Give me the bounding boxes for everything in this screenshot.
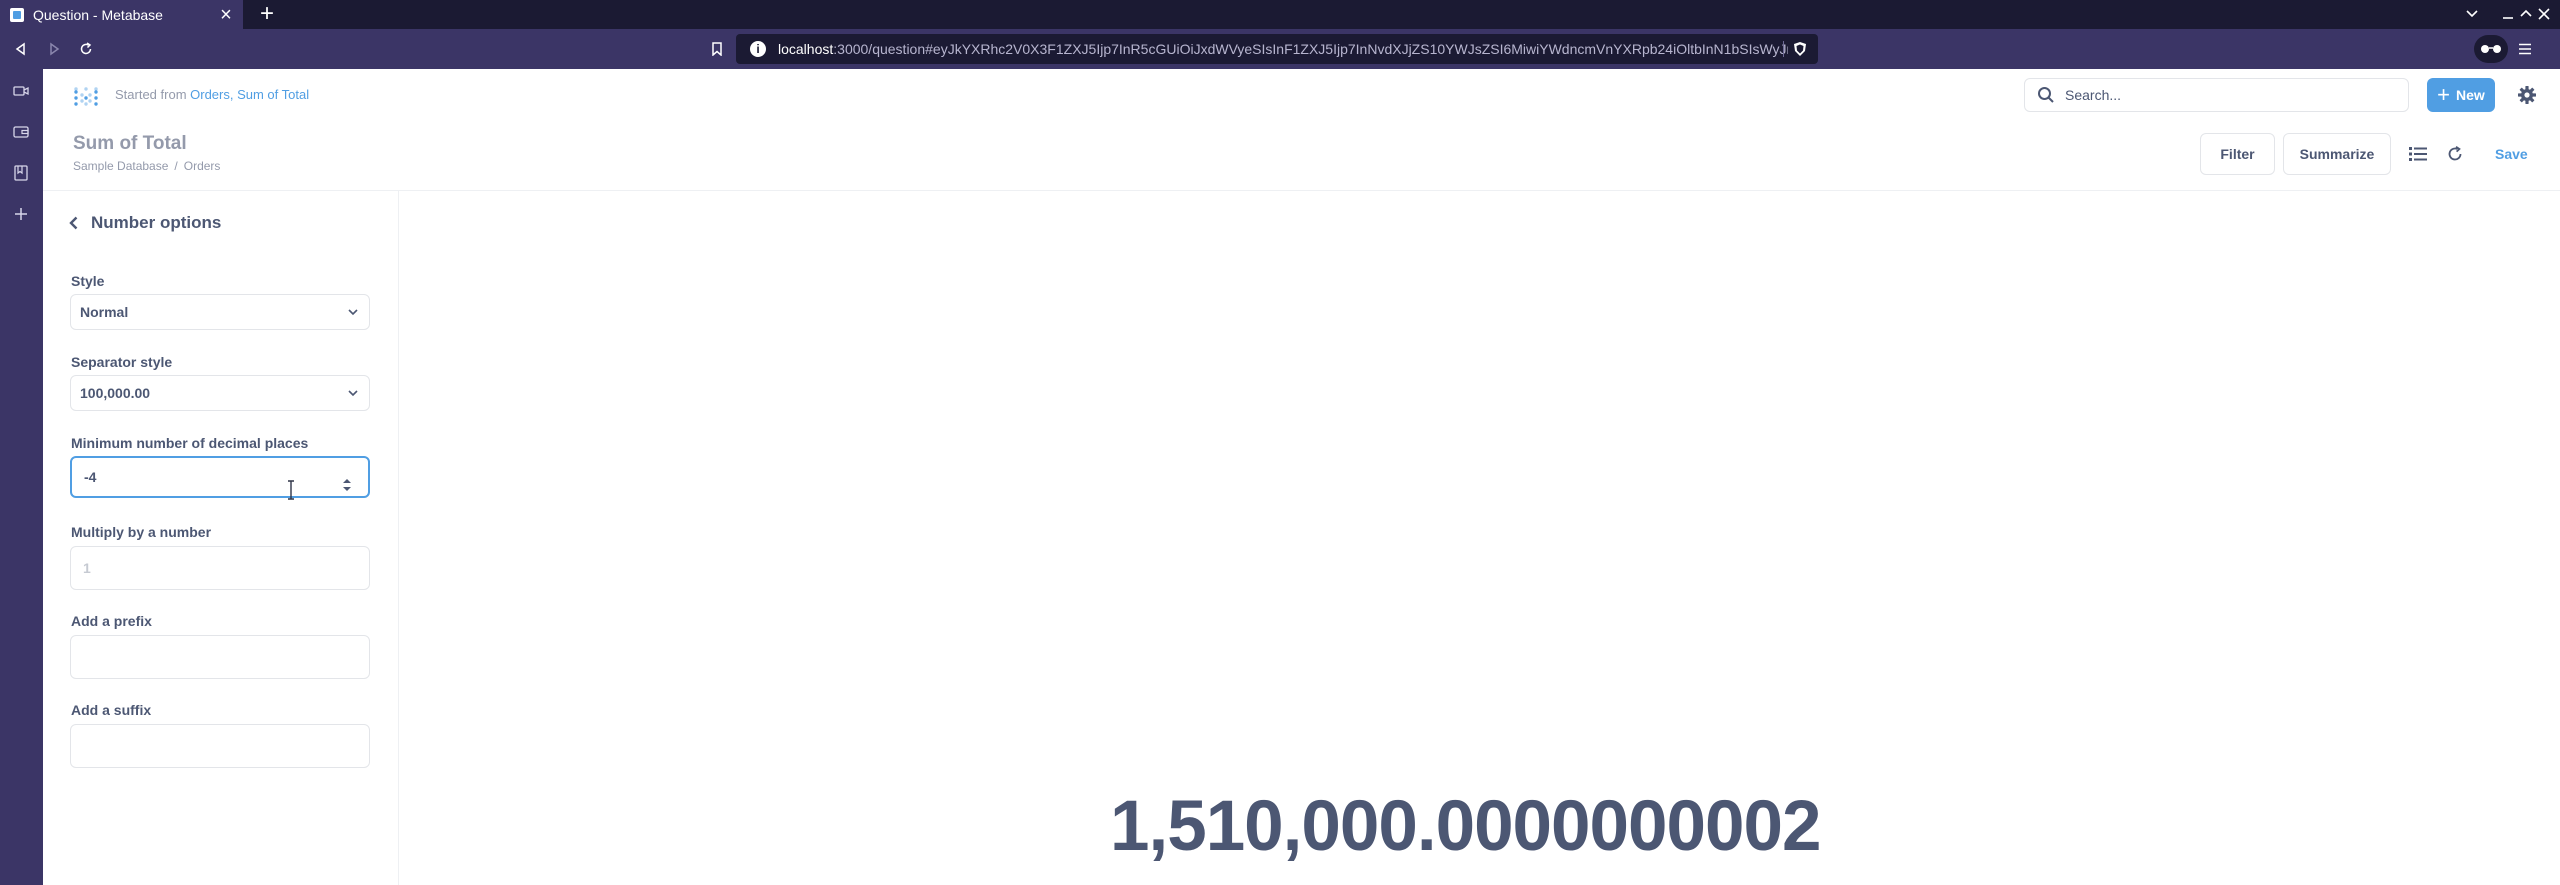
close-tab-icon[interactable]: × xyxy=(215,4,237,26)
save-button[interactable]: Save xyxy=(2495,146,2528,162)
add-panel-icon[interactable] xyxy=(11,204,31,224)
number-options-back[interactable]: Number options xyxy=(67,213,221,233)
chevron-down-icon xyxy=(348,309,358,316)
left-dock xyxy=(0,69,43,885)
close-window-icon[interactable] xyxy=(2532,3,2556,25)
bookmark-icon[interactable] xyxy=(706,38,728,60)
metabase-favicon-icon xyxy=(10,7,24,22)
browser-menu-icon[interactable] xyxy=(2514,38,2536,60)
new-button[interactable]: + New xyxy=(2427,78,2495,112)
started-from-link[interactable]: Orders, Sum of Total xyxy=(190,87,309,102)
tab-title: Question - Metabase xyxy=(33,6,163,23)
plus-icon: + xyxy=(2437,82,2451,107)
reload-icon[interactable] xyxy=(75,38,97,60)
scalar-value[interactable]: 1,510,000.0000000002 xyxy=(1110,791,1821,862)
suffix-label: Add a suffix xyxy=(71,702,152,718)
sidebar-title: Number options xyxy=(91,213,222,232)
browser-tab-bar: Question - Metabase × + xyxy=(0,0,2560,29)
bookmarks-panel-icon[interactable] xyxy=(11,163,31,183)
extension-glasses-icon[interactable] xyxy=(2474,35,2508,63)
browser-tab[interactable]: Question - Metabase × xyxy=(0,0,243,29)
gear-icon[interactable] xyxy=(2516,84,2538,106)
style-select-value: Normal xyxy=(80,304,129,320)
summarize-button[interactable]: Summarize xyxy=(2283,133,2391,175)
breadcrumb: Sample Database / Orders xyxy=(73,159,220,173)
separator-style-label: Separator style xyxy=(71,354,173,370)
back-icon[interactable] xyxy=(10,38,32,60)
new-button-label: New xyxy=(2456,87,2485,103)
site-info-icon[interactable]: i xyxy=(750,41,766,57)
number-spinner-icon[interactable] xyxy=(340,476,354,494)
separator-style-select-value: 100,000.00 xyxy=(80,385,151,401)
prefix-label: Add a prefix xyxy=(71,613,152,629)
url-divider xyxy=(1783,41,1784,57)
visualization-area: 1,510,000.0000000002 xyxy=(400,191,2560,885)
search-box[interactable] xyxy=(2024,78,2409,112)
question-title[interactable]: Sum of Total xyxy=(73,133,187,155)
brave-shield-icon[interactable] xyxy=(1792,41,1808,57)
suffix-input[interactable] xyxy=(70,724,370,768)
video-icon[interactable] xyxy=(11,81,31,101)
text-cursor-icon xyxy=(288,480,294,500)
metabase-app: Started from Orders, Sum of Total + New … xyxy=(43,69,2560,885)
url-text[interactable]: localhost:3000/question#eyJkYXRhc2V0X3F1… xyxy=(778,41,1788,57)
breadcrumb-database[interactable]: Sample Database xyxy=(73,159,168,173)
style-label: Style xyxy=(71,273,105,289)
chevron-down-icon xyxy=(348,390,358,397)
metabase-logo-icon[interactable] xyxy=(73,85,99,111)
decimal-places-label: Minimum number of decimal places xyxy=(71,435,309,451)
prefix-input[interactable] xyxy=(70,635,370,679)
number-options-sidebar: Number options Style Normal Separator st… xyxy=(43,191,399,885)
style-select[interactable]: Normal xyxy=(70,294,370,330)
refresh-icon[interactable] xyxy=(2443,142,2467,166)
separator-style-select[interactable]: 100,000.00 xyxy=(70,375,370,411)
forward-icon[interactable] xyxy=(43,38,65,60)
started-from-note: Started from Orders, Sum of Total xyxy=(115,87,310,102)
multiply-input[interactable] xyxy=(70,546,370,590)
chevron-left-icon xyxy=(69,216,78,230)
breadcrumb-table[interactable]: Orders xyxy=(184,159,221,173)
filter-button[interactable]: Filter xyxy=(2200,133,2275,175)
address-bar[interactable]: i localhost:3000/question#eyJkYXRhc2V0X3… xyxy=(736,34,1818,64)
notebook-icon[interactable] xyxy=(2406,142,2430,166)
browser-nav-bar: i localhost:3000/question#eyJkYXRhc2V0X3… xyxy=(0,29,2560,69)
new-tab-icon[interactable]: + xyxy=(256,2,278,26)
search-input[interactable] xyxy=(2065,87,2395,103)
wallet-icon[interactable] xyxy=(11,122,31,142)
breadcrumb-separator: / xyxy=(174,159,178,173)
tab-list-chevron-icon[interactable] xyxy=(2460,3,2484,25)
multiply-label: Multiply by a number xyxy=(71,524,212,540)
search-icon xyxy=(2038,87,2054,103)
decimal-places-input[interactable] xyxy=(70,456,370,498)
